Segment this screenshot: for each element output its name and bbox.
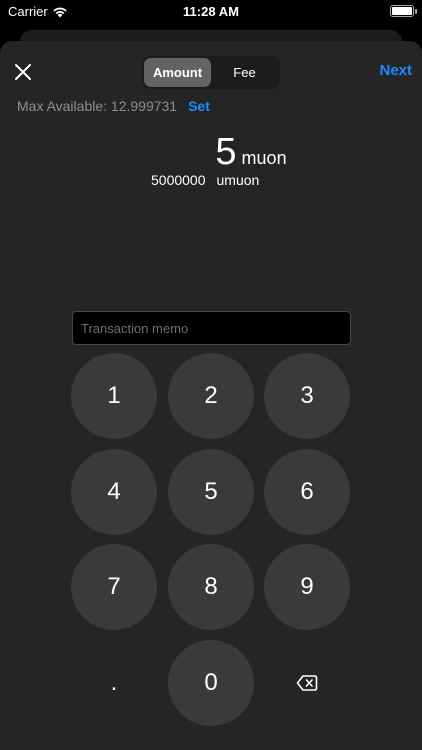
amount-value: 5	[215, 131, 237, 173]
sub-amount-value: 5000000	[151, 172, 206, 188]
backspace-icon	[296, 675, 318, 691]
battery-icon	[390, 5, 417, 17]
key-4[interactable]: 4	[71, 449, 157, 535]
sub-amount-display: 5000000 umuon	[151, 172, 259, 188]
next-button[interactable]: Next	[379, 62, 412, 79]
key-8[interactable]: 8	[168, 544, 254, 630]
amount-display: 5 muon	[0, 131, 422, 174]
clock-time: 11:28 AM	[183, 4, 239, 19]
sub-amount-unit: umuon	[216, 172, 260, 188]
max-available-row: Max Available: 12.999731 Set	[17, 98, 210, 114]
close-button[interactable]	[10, 59, 36, 85]
key-6[interactable]: 6	[264, 449, 350, 535]
transaction-memo-input[interactable]	[72, 311, 351, 345]
close-icon	[15, 64, 31, 80]
key-3[interactable]: 3	[264, 353, 350, 439]
backspace-button[interactable]	[264, 640, 350, 726]
key-9[interactable]: 9	[264, 544, 350, 630]
max-available-label: Max Available: 12.999731	[17, 98, 178, 114]
amount-fee-segmented-control: Amount Fee	[142, 56, 280, 89]
key-0[interactable]: 0	[168, 640, 254, 726]
set-max-button[interactable]: Set	[188, 98, 210, 114]
tab-amount[interactable]: Amount	[144, 58, 211, 87]
key-7[interactable]: 7	[71, 544, 157, 630]
key-1[interactable]: 1	[71, 353, 157, 439]
status-bar: Carrier 11:28 AM	[0, 0, 422, 24]
key-decimal[interactable]: .	[71, 640, 157, 726]
key-5[interactable]: 5	[168, 449, 254, 535]
tab-fee[interactable]: Fee	[211, 58, 278, 87]
amount-unit: muon	[241, 148, 287, 168]
key-2[interactable]: 2	[168, 353, 254, 439]
